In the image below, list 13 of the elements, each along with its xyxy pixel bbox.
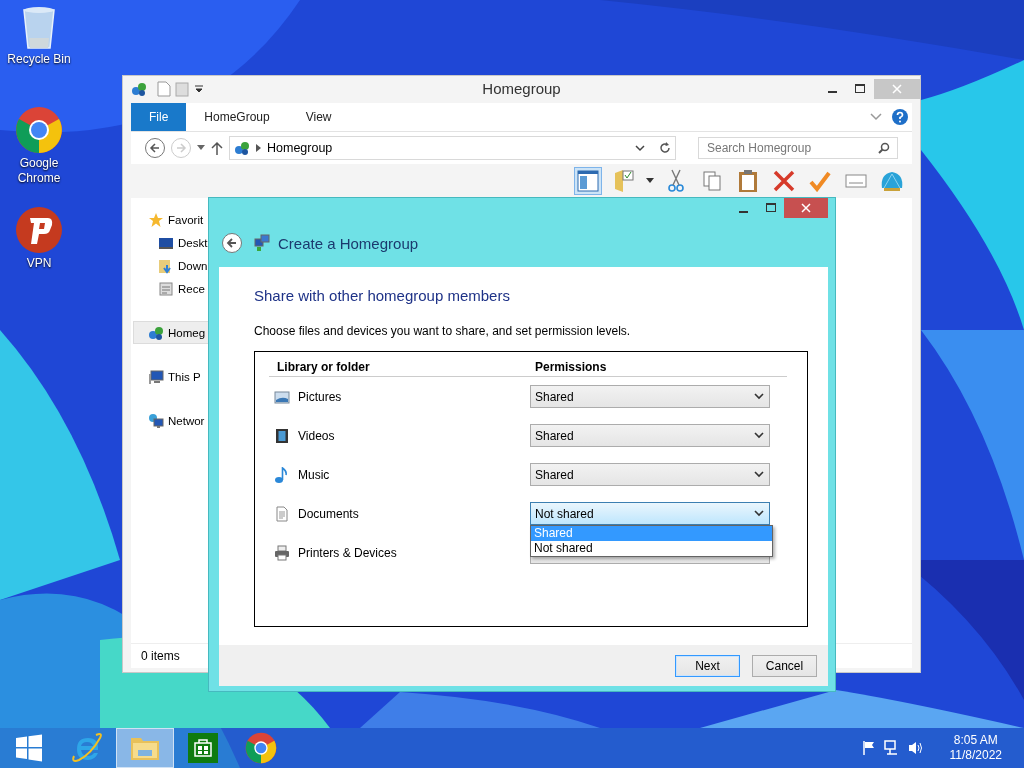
window-title: Homegroup [482, 80, 561, 97]
library-name: Music [298, 467, 330, 482]
library-name: Pictures [298, 389, 342, 404]
description-text: Choose files and devices you want to share, and set permission levels. [254, 324, 632, 338]
library-name: Videos [298, 428, 335, 443]
address-text: Homegroup [267, 141, 333, 155]
library-name: Printers & Devices [298, 545, 397, 560]
library-name: Documents [298, 506, 359, 521]
dialog-heading: Share with other homegroup members [254, 287, 511, 304]
dialog-title: Create a Homegroup [278, 234, 419, 252]
status-text: 0 items [141, 649, 180, 663]
column-header: Library or folder [277, 360, 370, 374]
column-header: Permissions [535, 360, 607, 374]
